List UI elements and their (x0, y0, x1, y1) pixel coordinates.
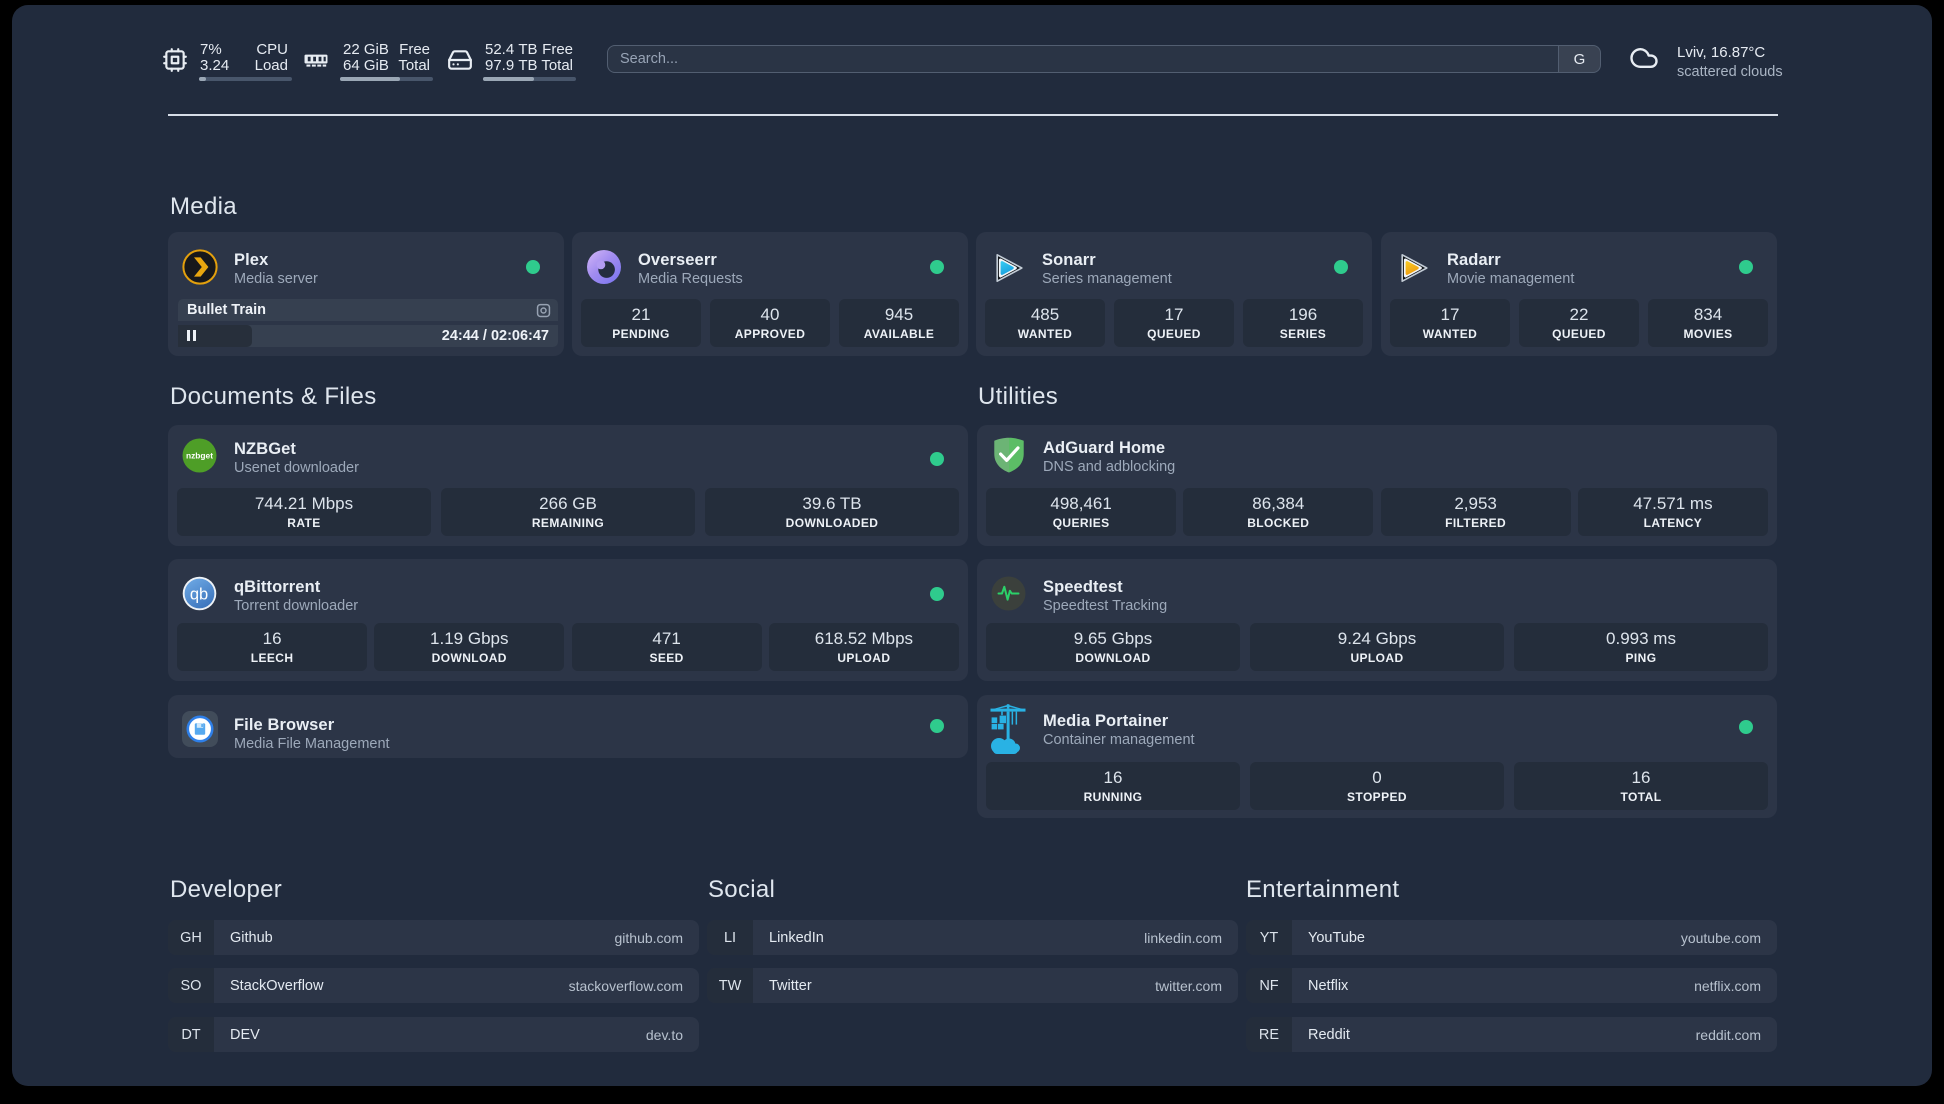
svg-text:nzbget: nzbget (186, 451, 213, 461)
svg-text:qb: qb (190, 585, 208, 603)
